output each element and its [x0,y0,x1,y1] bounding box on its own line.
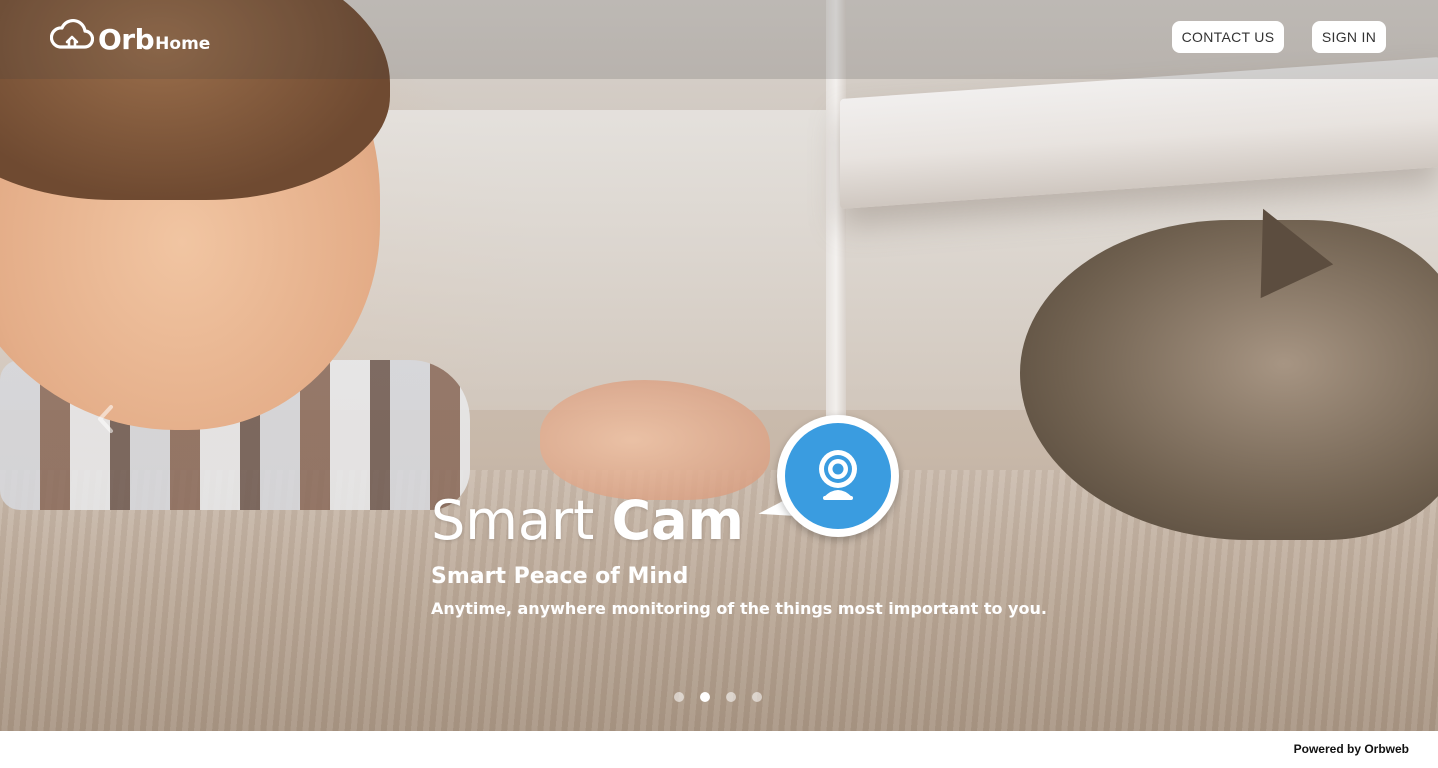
top-bar: Orb Home CONTACT US SIGN IN [0,0,1438,79]
carousel-prev-button[interactable] [92,403,118,439]
logo-brand-sub: Home [155,34,211,54]
carousel-dot-1[interactable] [674,692,684,702]
hero-title-bold: Cam [611,489,744,552]
hero-banner: Orb Home CONTACT US SIGN IN Smart Cam Sm… [0,0,1438,731]
webcam-icon [810,443,866,510]
chevron-left-icon [94,403,116,440]
hero-tagline: Anytime, anywhere monitoring of the thin… [431,599,1047,618]
contact-us-button[interactable]: CONTACT US [1172,21,1284,53]
powered-by-text: Powered by Orbweb [1293,742,1409,756]
logo-brand: Orb [98,23,155,56]
carousel-dot-3[interactable] [726,692,736,702]
hero-subtitle: Smart Peace of Mind [431,564,689,589]
cloud-home-icon [49,17,95,56]
hero-title-light: Smart [431,489,595,552]
footer: Powered by Orbweb [0,731,1438,768]
smart-cam-badge [777,415,899,537]
carousel-dot-4[interactable] [752,692,762,702]
sign-in-button[interactable]: SIGN IN [1312,21,1386,53]
orbhome-logo[interactable]: Orb Home [49,18,211,56]
carousel-indicators [674,692,762,702]
carousel-dot-2[interactable] [700,692,710,702]
hero-title: Smart Cam [431,486,744,556]
badge-circle [785,423,891,529]
